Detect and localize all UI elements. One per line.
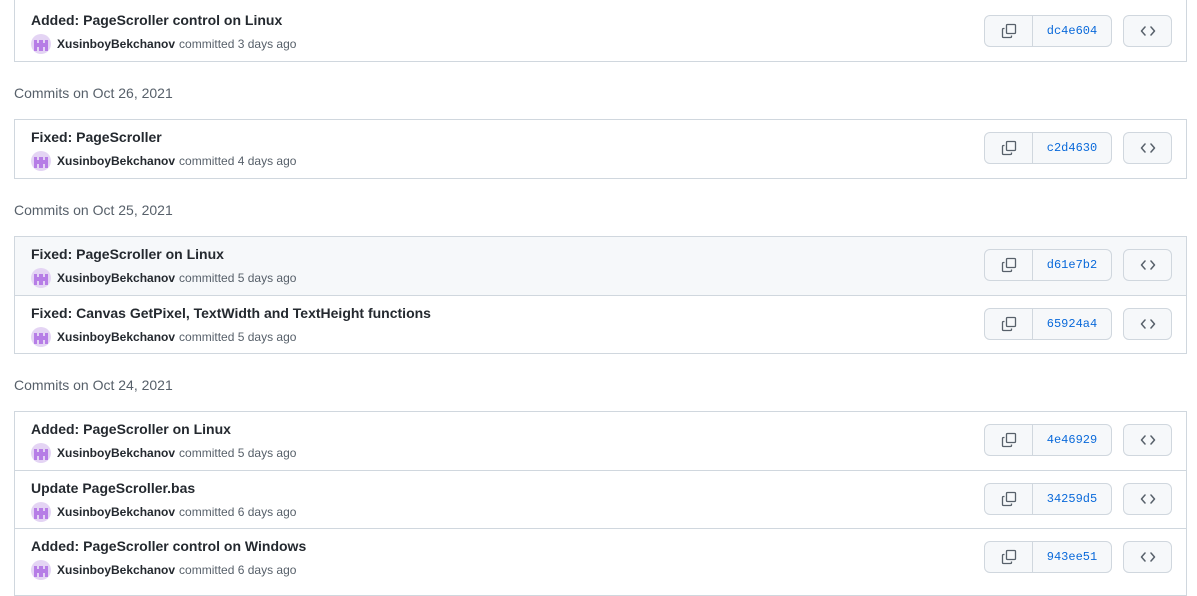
commit-meta: XusinboyBekchanov committed 6 days ago <box>31 560 296 580</box>
avatar[interactable] <box>31 268 51 288</box>
code-icon <box>1140 319 1155 329</box>
copy-icon <box>1001 491 1016 507</box>
commit-message[interactable]: Added: PageScroller on Linux <box>31 421 231 437</box>
commit-group-box: Fixed: PageScroller on Linux XusinboyBek… <box>14 236 1187 354</box>
commit-message[interactable]: Added: PageScroller control on Linux <box>31 12 282 28</box>
commit-row[interactable]: Fixed: PageScroller on Linux XusinboyBek… <box>15 237 1186 295</box>
copy-icon <box>1001 316 1016 332</box>
sha-button-group: d61e7b2 <box>984 249 1112 281</box>
copy-sha-button[interactable] <box>985 16 1033 46</box>
commit-sha-link[interactable]: d61e7b2 <box>1033 250 1111 280</box>
commit-time: committed 4 days ago <box>179 154 297 168</box>
code-icon <box>1140 260 1155 270</box>
browse-repo-button[interactable] <box>1123 249 1172 281</box>
browse-repo-button[interactable] <box>1123 424 1172 456</box>
copy-icon <box>1001 432 1016 448</box>
avatar[interactable] <box>31 443 51 463</box>
commit-sha-link[interactable]: 4e46929 <box>1033 425 1111 455</box>
commit-author[interactable]: XusinboyBekchanov <box>57 37 175 51</box>
browse-repo-button[interactable] <box>1123 15 1172 47</box>
commit-author[interactable]: XusinboyBekchanov <box>57 505 175 519</box>
commit-sha-link[interactable]: 943ee51 <box>1033 542 1111 572</box>
commit-sha-link[interactable]: 34259d5 <box>1033 484 1111 514</box>
commit-group-box: Fixed: PageScroller XusinboyBekchanov co… <box>14 119 1187 179</box>
avatar[interactable] <box>31 327 51 347</box>
avatar[interactable] <box>31 151 51 171</box>
sha-button-group: 65924a4 <box>984 308 1112 340</box>
commit-row[interactable]: Added: PageScroller on Linux XusinboyBek… <box>15 412 1186 470</box>
avatar[interactable] <box>31 560 51 580</box>
copy-icon <box>1001 23 1016 39</box>
commit-time: committed 6 days ago <box>179 505 297 519</box>
commit-row[interactable]: Added: PageScroller control on Linux Xus… <box>15 3 1186 61</box>
commit-author[interactable]: XusinboyBekchanov <box>57 330 175 344</box>
commit-time: committed 5 days ago <box>179 330 297 344</box>
code-icon <box>1140 435 1155 445</box>
code-icon <box>1140 552 1155 562</box>
code-icon <box>1140 26 1155 36</box>
commit-group-box: Added: PageScroller on Linux XusinboyBek… <box>14 411 1187 596</box>
commit-time: committed 5 days ago <box>179 446 297 460</box>
commit-author[interactable]: XusinboyBekchanov <box>57 154 175 168</box>
commit-author[interactable]: XusinboyBekchanov <box>57 563 175 577</box>
copy-sha-button[interactable] <box>985 484 1033 514</box>
commit-row[interactable]: Fixed: Canvas GetPixel, TextWidth and Te… <box>15 295 1186 353</box>
copy-icon <box>1001 140 1016 156</box>
code-icon <box>1140 494 1155 504</box>
copy-sha-button[interactable] <box>985 133 1033 163</box>
commit-row[interactable]: Added: PageScroller control on Windows X… <box>15 528 1186 586</box>
sha-button-group: c2d4630 <box>984 132 1112 164</box>
commit-time: committed 3 days ago <box>179 37 297 51</box>
sha-button-group: 943ee51 <box>984 541 1112 573</box>
commit-message[interactable]: Fixed: Canvas GetPixel, TextWidth and Te… <box>31 305 431 321</box>
commit-meta: XusinboyBekchanov committed 3 days ago <box>31 34 296 54</box>
commit-message[interactable]: Fixed: PageScroller <box>31 129 162 145</box>
commit-sha-link[interactable]: dc4e604 <box>1033 16 1111 46</box>
commit-author[interactable]: XusinboyBekchanov <box>57 271 175 285</box>
commit-meta: XusinboyBekchanov committed 4 days ago <box>31 151 296 171</box>
commit-meta: XusinboyBekchanov committed 5 days ago <box>31 268 296 288</box>
commit-row[interactable]: Update PageScroller.bas XusinboyBekchano… <box>15 470 1186 528</box>
commit-meta: XusinboyBekchanov committed 6 days ago <box>31 502 296 522</box>
commit-message[interactable]: Fixed: PageScroller on Linux <box>31 246 224 262</box>
commit-time: committed 6 days ago <box>179 563 297 577</box>
commit-sha-link[interactable]: 65924a4 <box>1033 309 1111 339</box>
copy-sha-button[interactable] <box>985 425 1033 455</box>
avatar[interactable] <box>31 502 51 522</box>
copy-sha-button[interactable] <box>985 309 1033 339</box>
commit-author[interactable]: XusinboyBekchanov <box>57 446 175 460</box>
commit-time: committed 5 days ago <box>179 271 297 285</box>
code-icon <box>1140 143 1155 153</box>
commit-sha-link[interactable]: c2d4630 <box>1033 133 1111 163</box>
browse-repo-button[interactable] <box>1123 541 1172 573</box>
copy-sha-button[interactable] <box>985 542 1033 572</box>
avatar[interactable] <box>31 34 51 54</box>
browse-repo-button[interactable] <box>1123 483 1172 515</box>
commit-message[interactable]: Added: PageScroller control on Windows <box>31 538 306 554</box>
sha-button-group: dc4e604 <box>984 15 1112 47</box>
commit-message[interactable]: Update PageScroller.bas <box>31 480 195 496</box>
browse-repo-button[interactable] <box>1123 308 1172 340</box>
sha-button-group: 34259d5 <box>984 483 1112 515</box>
copy-icon <box>1001 257 1016 273</box>
date-heading: Commits on Oct 24, 2021 <box>14 377 173 393</box>
commit-meta: XusinboyBekchanov committed 5 days ago <box>31 327 296 347</box>
date-heading: Commits on Oct 25, 2021 <box>14 202 173 218</box>
date-heading: Commits on Oct 26, 2021 <box>14 85 173 101</box>
commit-row[interactable]: Fixed: PageScroller XusinboyBekchanov co… <box>15 120 1186 178</box>
browse-repo-button[interactable] <box>1123 132 1172 164</box>
copy-icon <box>1001 549 1016 565</box>
copy-sha-button[interactable] <box>985 250 1033 280</box>
commit-meta: XusinboyBekchanov committed 5 days ago <box>31 443 296 463</box>
commit-group-box: Added: PageScroller control on Linux Xus… <box>14 0 1187 62</box>
sha-button-group: 4e46929 <box>984 424 1112 456</box>
